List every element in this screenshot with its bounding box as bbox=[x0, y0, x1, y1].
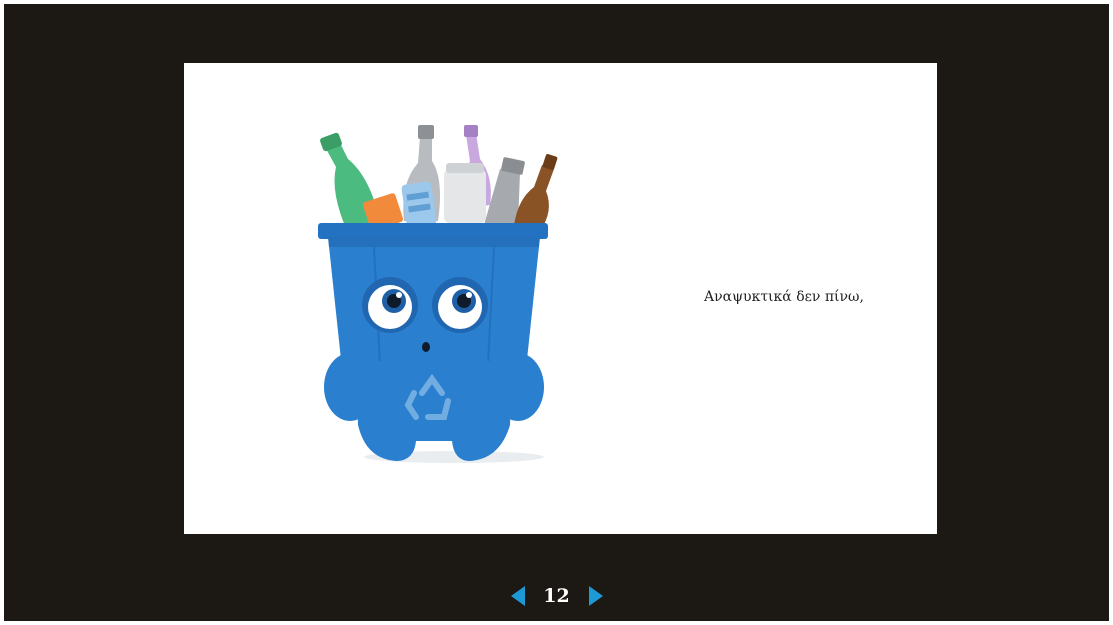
book-page: Αναψυκτικά δεν πίνω, bbox=[184, 63, 937, 534]
triangle-left-icon bbox=[510, 586, 525, 606]
previous-page-button[interactable] bbox=[507, 584, 529, 608]
page-number: 12 bbox=[543, 585, 570, 607]
bin-rim bbox=[318, 223, 548, 239]
glass-jar bbox=[444, 169, 486, 223]
viewer-frame: Αναψυκτικά δεν πίνω, 12 bbox=[0, 0, 1113, 625]
page-navigation: 12 bbox=[4, 581, 1109, 611]
next-page-button[interactable] bbox=[585, 584, 607, 608]
brown-bottle bbox=[514, 165, 554, 231]
bottles-group bbox=[320, 125, 558, 233]
bin-legs bbox=[356, 361, 512, 461]
recycling-bin-illustration bbox=[318, 125, 558, 463]
triangle-right-icon bbox=[588, 586, 603, 606]
page-text: Αναψυκτικά δεν πίνω, bbox=[704, 289, 864, 305]
mouth bbox=[422, 342, 430, 352]
